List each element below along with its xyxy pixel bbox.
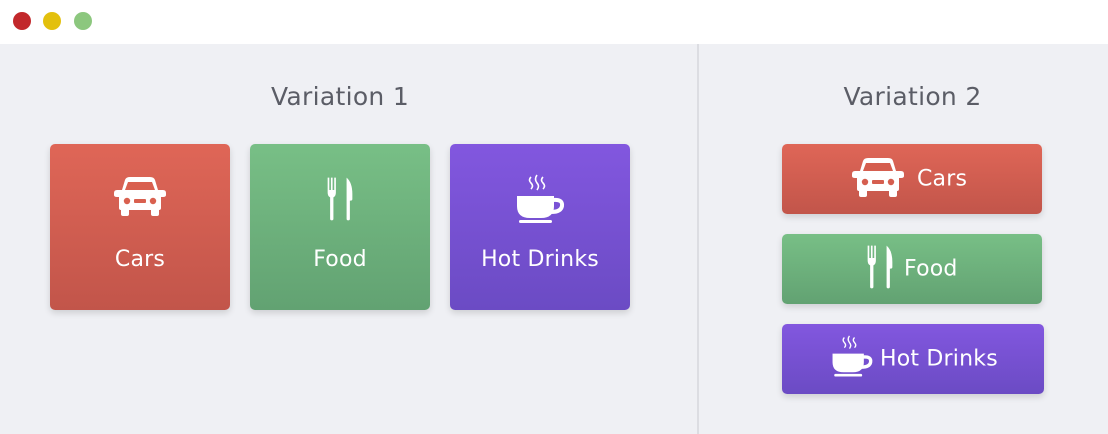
cars-card[interactable]: Cars (50, 144, 230, 310)
content-area: Variation 1 Cars Food Hot Drinks Variati… (0, 44, 1108, 434)
hot-drinks-card-label: Hot Drinks (481, 247, 599, 272)
fork-knife-icon (250, 174, 430, 230)
panel-divider (697, 44, 699, 434)
car-icon (852, 157, 904, 201)
food-button[interactable]: Food (782, 234, 1042, 304)
window-titlebar (0, 0, 1108, 44)
hot-drinks-button-label: Hot Drinks (880, 346, 998, 372)
coffee-cup-icon (450, 174, 630, 230)
food-button-label: Food (904, 256, 958, 282)
food-card-label: Food (313, 247, 367, 272)
cars-button-label: Cars (917, 166, 968, 192)
food-card[interactable]: Food (250, 144, 430, 310)
hot-drinks-button[interactable]: Hot Drinks (782, 324, 1044, 394)
window-zoom-button[interactable] (74, 12, 92, 30)
hot-drinks-card[interactable]: Hot Drinks (450, 144, 630, 310)
cars-card-label: Cars (114, 247, 166, 272)
car-icon (50, 174, 230, 230)
cars-button[interactable]: Cars (782, 144, 1042, 214)
fork-knife-icon (866, 242, 894, 296)
window-close-button[interactable] (13, 12, 31, 30)
coffee-cup-icon (830, 335, 874, 383)
window-minimize-button[interactable] (43, 12, 61, 30)
variation-2-heading: Variation 2 (843, 82, 982, 111)
variation-1-heading: Variation 1 (270, 82, 410, 111)
